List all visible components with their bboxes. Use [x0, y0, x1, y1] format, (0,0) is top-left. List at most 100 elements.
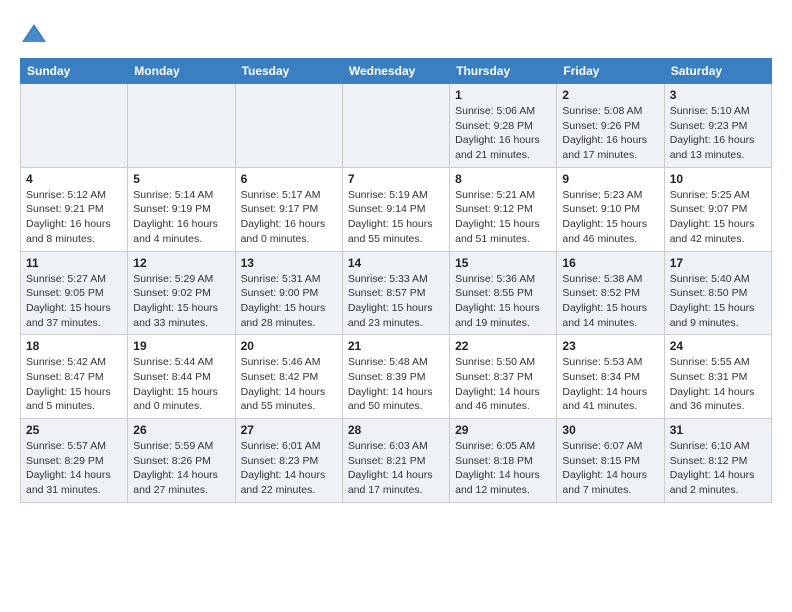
day-info: Sunrise: 5:08 AM Sunset: 9:26 PM Dayligh… — [562, 104, 658, 163]
calendar-cell: 14 Sunrise: 5:33 AM Sunset: 8:57 PM Dayli… — [342, 251, 449, 335]
day-info: Sunrise: 5:36 AM Sunset: 8:55 PM Dayligh… — [455, 272, 551, 331]
calendar-cell: 11 Sunrise: 5:27 AM Sunset: 9:05 PM Dayli… — [21, 251, 128, 335]
day-number: 31 — [670, 423, 766, 437]
calendar-cell: 22 Sunrise: 5:50 AM Sunset: 8:37 PM Dayli… — [450, 335, 557, 419]
logo-icon — [20, 20, 48, 48]
day-info: Sunrise: 5:19 AM Sunset: 9:14 PM Dayligh… — [348, 188, 444, 247]
calendar-cell: 30 Sunrise: 6:07 AM Sunset: 8:15 PM Dayli… — [557, 419, 664, 503]
calendar-cell: 12 Sunrise: 5:29 AM Sunset: 9:02 PM Dayli… — [128, 251, 235, 335]
day-info: Sunrise: 6:05 AM Sunset: 8:18 PM Dayligh… — [455, 439, 551, 498]
calendar-cell — [128, 84, 235, 168]
calendar-cell: 17Sunrise: 5:40 AM Sunset: 8:50 PM Dayli… — [664, 251, 771, 335]
day-info: Sunrise: 5:38 AM Sunset: 8:52 PM Dayligh… — [562, 272, 658, 331]
day-number: 17 — [670, 256, 766, 270]
day-info: Sunrise: 5:48 AM Sunset: 8:39 PM Dayligh… — [348, 355, 444, 414]
day-number: 19 — [133, 339, 229, 353]
day-info: Sunrise: 5:06 AM Sunset: 9:28 PM Dayligh… — [455, 104, 551, 163]
day-number: 26 — [133, 423, 229, 437]
calendar-week-row: 25Sunrise: 5:57 AM Sunset: 8:29 PM Dayli… — [21, 419, 772, 503]
day-info: Sunrise: 5:46 AM Sunset: 8:42 PM Dayligh… — [241, 355, 337, 414]
calendar-header-monday: Monday — [128, 59, 235, 84]
day-info: Sunrise: 5:23 AM Sunset: 9:10 PM Dayligh… — [562, 188, 658, 247]
day-number: 24 — [670, 339, 766, 353]
calendar-cell: 7 Sunrise: 5:19 AM Sunset: 9:14 PM Daylig… — [342, 167, 449, 251]
calendar-cell: 10Sunrise: 5:25 AM Sunset: 9:07 PM Dayli… — [664, 167, 771, 251]
day-number: 6 — [241, 172, 337, 186]
day-number: 30 — [562, 423, 658, 437]
day-number: 28 — [348, 423, 444, 437]
calendar-cell: 15Sunrise: 5:36 AM Sunset: 8:55 PM Dayli… — [450, 251, 557, 335]
calendar-cell: 29 Sunrise: 6:05 AM Sunset: 8:18 PM Dayli… — [450, 419, 557, 503]
day-number: 29 — [455, 423, 551, 437]
day-number: 22 — [455, 339, 551, 353]
day-info: Sunrise: 5:50 AM Sunset: 8:37 PM Dayligh… — [455, 355, 551, 414]
day-info: Sunrise: 5:44 AM Sunset: 8:44 PM Dayligh… — [133, 355, 229, 414]
calendar-header-row: SundayMondayTuesdayWednesdayThursdayFrid… — [21, 59, 772, 84]
calendar-cell: 31Sunrise: 6:10 AM Sunset: 8:12 PM Dayli… — [664, 419, 771, 503]
calendar-cell: 5 Sunrise: 5:14 AM Sunset: 9:19 PM Daylig… — [128, 167, 235, 251]
calendar-cell: 23 Sunrise: 5:53 AM Sunset: 8:34 PM Dayli… — [557, 335, 664, 419]
calendar-cell: 27 Sunrise: 6:01 AM Sunset: 8:23 PM Dayli… — [235, 419, 342, 503]
day-number: 21 — [348, 339, 444, 353]
calendar-header-thursday: Thursday — [450, 59, 557, 84]
day-number: 18 — [26, 339, 122, 353]
page-header — [20, 16, 772, 48]
day-number: 20 — [241, 339, 337, 353]
calendar-cell: 20 Sunrise: 5:46 AM Sunset: 8:42 PM Dayli… — [235, 335, 342, 419]
calendar-cell: 18 Sunrise: 5:42 AM Sunset: 8:47 PM Dayli… — [21, 335, 128, 419]
calendar-cell — [235, 84, 342, 168]
day-number: 5 — [133, 172, 229, 186]
calendar-cell: 9 Sunrise: 5:23 AM Sunset: 9:10 PM Daylig… — [557, 167, 664, 251]
day-info: Sunrise: 5:53 AM Sunset: 8:34 PM Dayligh… — [562, 355, 658, 414]
day-info: Sunrise: 5:31 AM Sunset: 9:00 PM Dayligh… — [241, 272, 337, 331]
day-info: Sunrise: 6:07 AM Sunset: 8:15 PM Dayligh… — [562, 439, 658, 498]
calendar-cell: 25Sunrise: 5:57 AM Sunset: 8:29 PM Dayli… — [21, 419, 128, 503]
day-info: Sunrise: 5:14 AM Sunset: 9:19 PM Dayligh… — [133, 188, 229, 247]
calendar-header-wednesday: Wednesday — [342, 59, 449, 84]
day-number: 1 — [455, 88, 551, 102]
day-number: 12 — [133, 256, 229, 270]
day-number: 25 — [26, 423, 122, 437]
day-number: 10 — [670, 172, 766, 186]
day-info: Sunrise: 5:21 AM Sunset: 9:12 PM Dayligh… — [455, 188, 551, 247]
day-number: 9 — [562, 172, 658, 186]
calendar-cell: 21 Sunrise: 5:48 AM Sunset: 8:39 PM Dayli… — [342, 335, 449, 419]
day-info: Sunrise: 6:01 AM Sunset: 8:23 PM Dayligh… — [241, 439, 337, 498]
day-number: 14 — [348, 256, 444, 270]
day-number: 13 — [241, 256, 337, 270]
calendar-cell: 1 Sunrise: 5:06 AM Sunset: 9:28 PM Daylig… — [450, 84, 557, 168]
calendar-cell: 16 Sunrise: 5:38 AM Sunset: 8:52 PM Dayli… — [557, 251, 664, 335]
day-number: 4 — [26, 172, 122, 186]
day-info: Sunrise: 5:17 AM Sunset: 9:17 PM Dayligh… — [241, 188, 337, 247]
day-info: Sunrise: 5:29 AM Sunset: 9:02 PM Dayligh… — [133, 272, 229, 331]
day-number: 23 — [562, 339, 658, 353]
calendar-cell — [21, 84, 128, 168]
calendar-cell: 2Sunrise: 5:08 AM Sunset: 9:26 PM Daylig… — [557, 84, 664, 168]
day-info: Sunrise: 5:42 AM Sunset: 8:47 PM Dayligh… — [26, 355, 122, 414]
calendar-cell: 13 Sunrise: 5:31 AM Sunset: 9:00 PM Dayli… — [235, 251, 342, 335]
calendar-header-tuesday: Tuesday — [235, 59, 342, 84]
day-number: 11 — [26, 256, 122, 270]
logo — [20, 20, 52, 48]
day-number: 16 — [562, 256, 658, 270]
day-number: 8 — [455, 172, 551, 186]
calendar-cell: 8 Sunrise: 5:21 AM Sunset: 9:12 PM Daylig… — [450, 167, 557, 251]
calendar-week-row: 1 Sunrise: 5:06 AM Sunset: 9:28 PM Daylig… — [21, 84, 772, 168]
day-info: Sunrise: 5:59 AM Sunset: 8:26 PM Dayligh… — [133, 439, 229, 498]
day-number: 3 — [670, 88, 766, 102]
day-number: 7 — [348, 172, 444, 186]
day-info: Sunrise: 5:12 AM Sunset: 9:21 PM Dayligh… — [26, 188, 122, 247]
calendar-cell: 3Sunrise: 5:10 AM Sunset: 9:23 PM Daylig… — [664, 84, 771, 168]
calendar-cell: 19 Sunrise: 5:44 AM Sunset: 8:44 PM Dayli… — [128, 335, 235, 419]
calendar-cell: 26 Sunrise: 5:59 AM Sunset: 8:26 PM Dayli… — [128, 419, 235, 503]
day-number: 27 — [241, 423, 337, 437]
day-info: Sunrise: 5:33 AM Sunset: 8:57 PM Dayligh… — [348, 272, 444, 331]
calendar-week-row: 18 Sunrise: 5:42 AM Sunset: 8:47 PM Dayli… — [21, 335, 772, 419]
day-info: Sunrise: 5:27 AM Sunset: 9:05 PM Dayligh… — [26, 272, 122, 331]
day-info: Sunrise: 6:03 AM Sunset: 8:21 PM Dayligh… — [348, 439, 444, 498]
calendar-header-sunday: Sunday — [21, 59, 128, 84]
calendar-week-row: 11 Sunrise: 5:27 AM Sunset: 9:05 PM Dayli… — [21, 251, 772, 335]
calendar-cell — [342, 84, 449, 168]
calendar-table: SundayMondayTuesdayWednesdayThursdayFrid… — [20, 58, 772, 503]
calendar-week-row: 4 Sunrise: 5:12 AM Sunset: 9:21 PM Daylig… — [21, 167, 772, 251]
